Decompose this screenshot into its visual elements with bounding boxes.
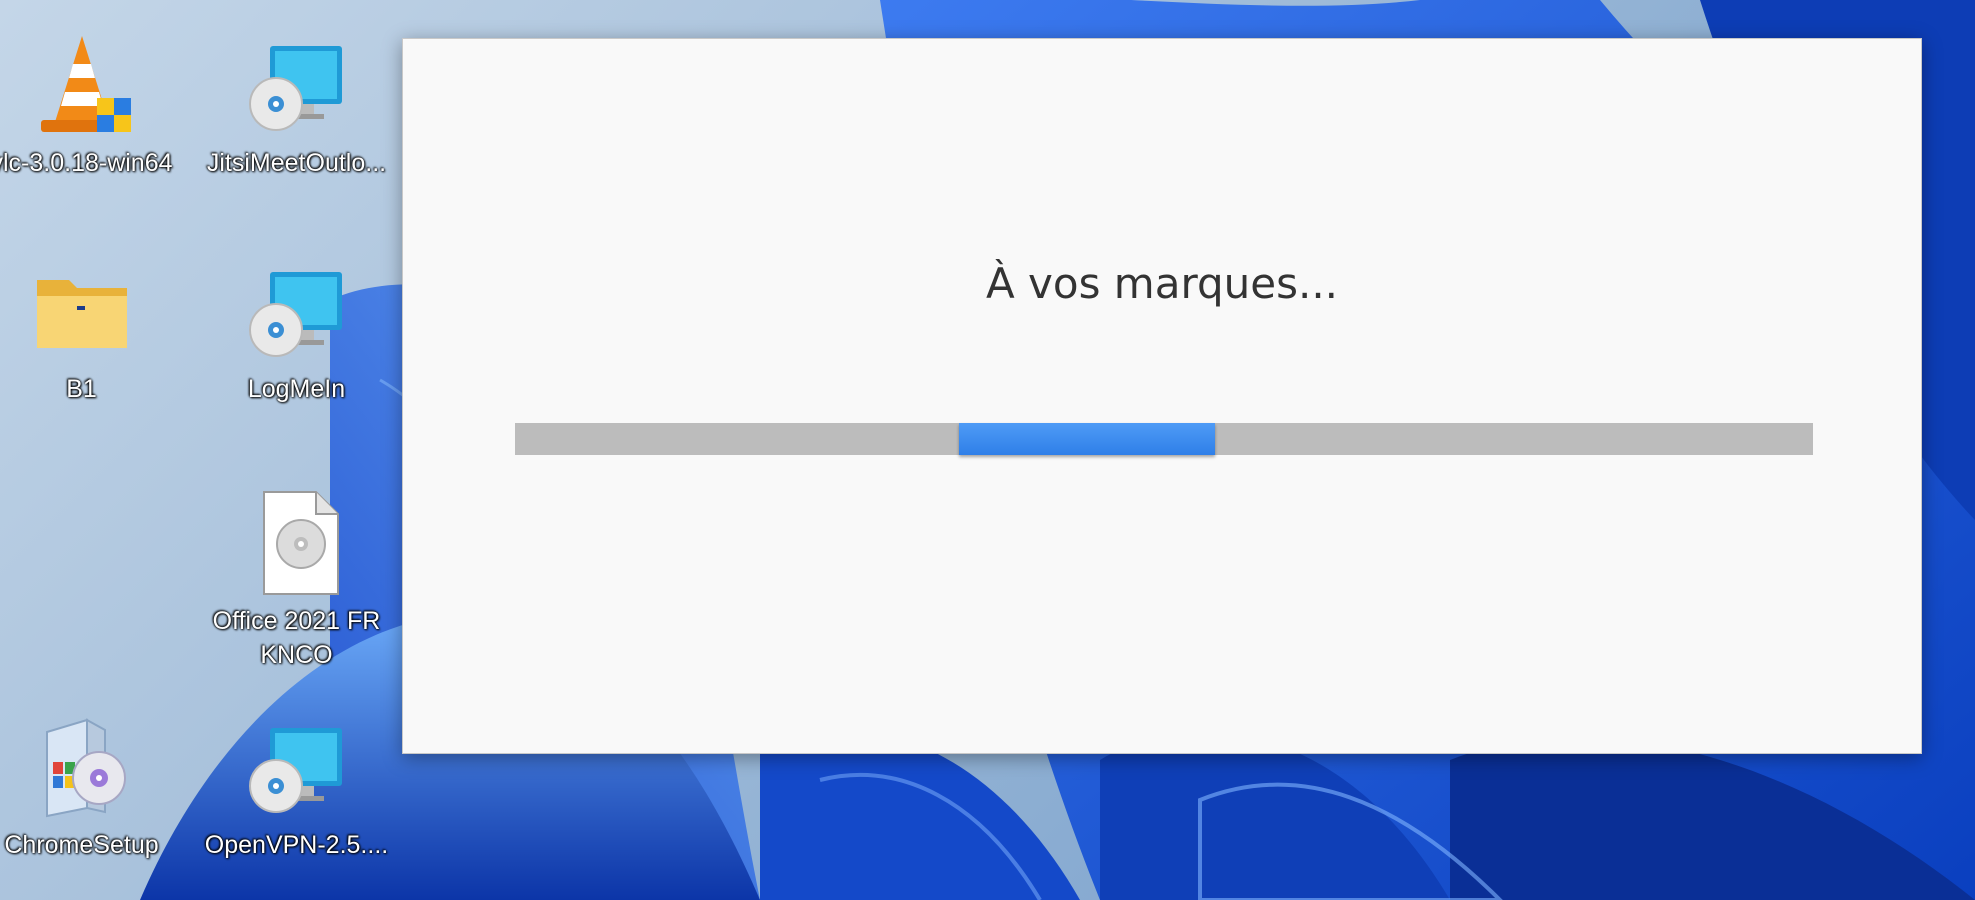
vlc-installer-icon [40,36,131,132]
desktop-icon-jitsi[interactable]: JitsiMeetOutlo... [189,30,404,180]
setup-package-icon [45,718,126,818]
icon-label: OpenVPN-2.5.... [204,831,389,859]
desktop-icon-openvpn[interactable]: OpenVPN-2.5.... [189,712,404,862]
disc-file-icon [262,491,339,595]
folder-icon [36,280,127,348]
desktop-icon-b1[interactable]: B1 [0,256,189,406]
status-text: À vos marques... [985,259,1339,308]
icon-label: JitsiMeetOutlo... [206,149,387,177]
desktop-icon-logmein[interactable]: LogMeIn [189,256,404,406]
progress-indicator [959,423,1215,455]
icon-label: LogMeIn [247,375,346,403]
disc-monitor-icon [248,272,342,357]
icon-label: B1 [66,375,97,403]
desktop-icon-vlc[interactable]: vlc-3.0.18-win64 [0,30,189,180]
desktop-icon-office[interactable]: Office 2021 FR KNCO [189,488,404,672]
progress-bar [515,423,1813,455]
disc-monitor-icon [248,728,342,813]
desktop-icon-chromesetup[interactable]: ChromeSetup [0,712,189,862]
desktop: vlc-3.0.18-win64 JitsiMeetOutlo... B1 Lo… [0,0,1975,900]
disc-monitor-icon [248,46,342,131]
icon-label: Office 2021 FR KNCO [212,607,381,669]
icon-label: ChromeSetup [4,831,159,859]
icon-label: vlc-3.0.18-win64 [0,149,173,177]
installer-window: À vos marques... [402,38,1922,754]
